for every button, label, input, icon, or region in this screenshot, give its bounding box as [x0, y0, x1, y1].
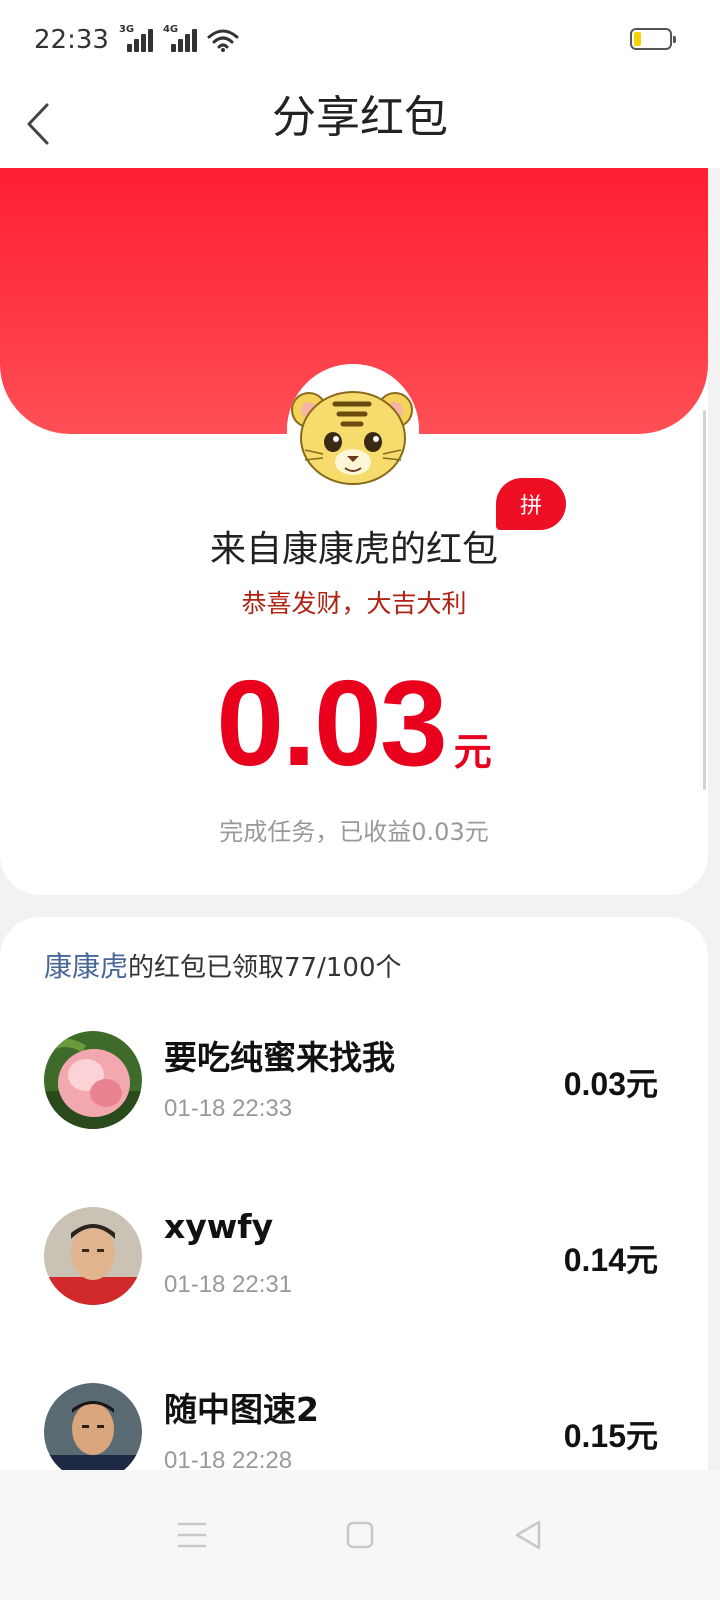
menu-button[interactable] [172, 1515, 212, 1555]
square-home-icon [346, 1521, 374, 1549]
claim-amount-value: 0.14 [563, 1242, 626, 1278]
signal-4g-label: 4G [162, 24, 179, 35]
task-earnings-note: 完成任务，已收益0.03元 [219, 818, 489, 846]
claimer-name: 随中图速2 [164, 1390, 319, 1429]
claim-amount-unit: 元 [625, 1241, 658, 1279]
system-back-button[interactable] [508, 1515, 548, 1555]
page-title: 分享红包 [272, 92, 448, 143]
tiger-avatar-icon [287, 364, 419, 496]
claim-amount-unit: 元 [625, 1065, 658, 1103]
triangle-back-icon [515, 1520, 541, 1550]
signal-3g-label: 3G [118, 24, 135, 35]
status-bar: 22:33 3G 4G [0, 0, 720, 80]
navigation-bar: 分享红包 [0, 80, 720, 168]
list-item[interactable]: 要吃纯蜜来找我 01-18 22:33 0.03元 [0, 1031, 708, 1181]
claim-amount: 0.14元 [564, 1235, 658, 1281]
signal-3g-icon: 3G [119, 24, 153, 52]
packet-amount: 0.03 元 [0, 658, 708, 788]
packet-greeting: 恭喜发财，大吉大利 [241, 589, 467, 618]
battery-icon [630, 28, 676, 50]
share-red-packet-screen: 22:33 3G 4G 分享红包 拼 来自康康虎的红包 恭喜发财，大吉大利 0.… [0, 0, 720, 1600]
claim-time: 01-18 22:33 [164, 1095, 293, 1122]
amount-value: 0.03 [216, 655, 447, 791]
red-packet-card: 拼 来自康康虎的红包 恭喜发财，大吉大利 0.03 元 完成任务，已收益0.03元 [0, 168, 708, 895]
menu-icon [177, 1522, 207, 1548]
battery-level [634, 32, 641, 46]
claim-amount: 0.03元 [564, 1059, 658, 1105]
person-avatar-icon [44, 1207, 142, 1305]
scrollbar[interactable] [703, 410, 706, 790]
home-button[interactable] [340, 1515, 380, 1555]
avatar [44, 1031, 142, 1129]
amount-unit: 元 [453, 730, 492, 774]
status-time: 22:33 [34, 25, 109, 55]
packet-sender-title: 来自康康虎的红包 [209, 529, 498, 570]
claim-amount-unit: 元 [625, 1417, 658, 1455]
person-avatar-icon [44, 1383, 142, 1481]
system-navigation-bar [0, 1470, 720, 1600]
list-item[interactable]: xywfy 01-18 22:31 0.14元 [0, 1207, 708, 1357]
avatar [44, 1383, 142, 1481]
claim-amount-value: 0.15 [563, 1418, 626, 1454]
claimer-name: 要吃纯蜜来找我 [164, 1038, 395, 1077]
peach-avatar-icon [44, 1031, 142, 1129]
claimer-name: xywfy [164, 1207, 274, 1246]
claim-amount: 0.15元 [564, 1411, 658, 1457]
claim-summary: 康康虎的红包已领取77/100个 [44, 945, 402, 985]
packet-owner-link[interactable]: 康康虎 [44, 950, 128, 983]
wifi-icon [207, 29, 239, 52]
claim-time: 01-18 22:31 [164, 1271, 293, 1298]
sender-avatar[interactable] [287, 364, 419, 496]
status-icons: 3G 4G [119, 24, 239, 52]
avatar [44, 1207, 142, 1305]
claim-amount-value: 0.03 [563, 1066, 626, 1102]
signal-4g-icon: 4G [163, 24, 197, 52]
claim-count-text: 的红包已领取77/100个 [128, 953, 402, 983]
